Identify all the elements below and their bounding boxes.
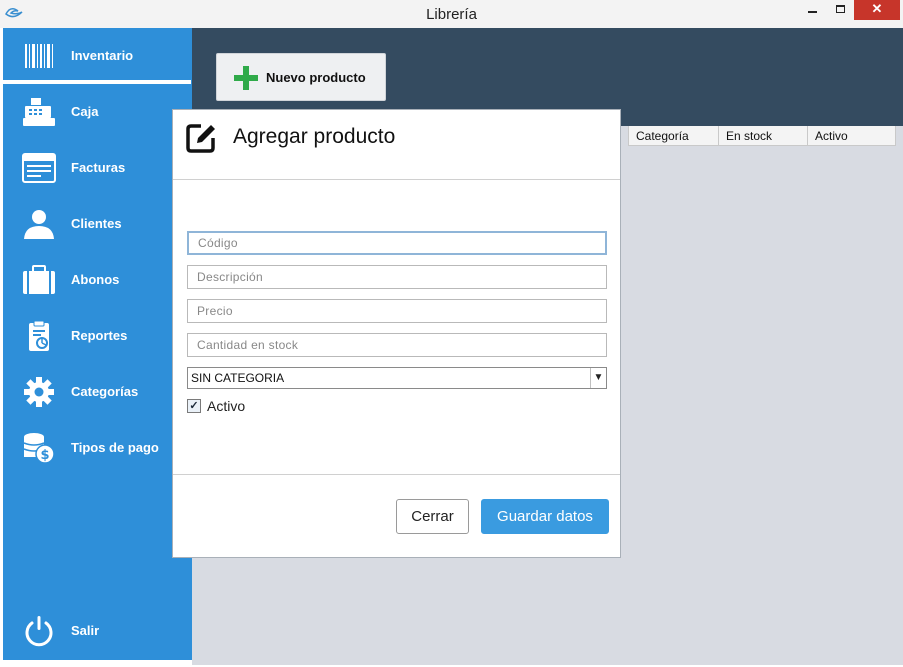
power-icon (25, 616, 53, 647)
sidebar-item-inventario[interactable]: Inventario (3, 28, 192, 84)
window-title: Librería (426, 6, 477, 23)
coins-dollar-icon: $ (23, 433, 55, 464)
category-select[interactable]: SIN CATEGORIA ▼ (187, 367, 607, 389)
sidebar-item-clientes[interactable]: Clientes (3, 196, 192, 252)
save-button[interactable]: Guardar datos (481, 499, 609, 534)
close-icon: ✕ (871, 1, 883, 16)
divider (173, 179, 620, 180)
svg-text:$: $ (40, 448, 49, 463)
cash-register-icon (23, 98, 55, 126)
user-icon (24, 210, 54, 239)
description-field[interactable] (187, 265, 607, 289)
sidebar-item-label: Clientes (71, 216, 122, 231)
close-window-button[interactable]: ✕ (854, 0, 900, 20)
table-header: Categoría En stock Activo (628, 126, 896, 146)
window-titlebar: Librería ✕ (0, 0, 903, 28)
sidebar-item-facturas[interactable]: Facturas (3, 140, 192, 196)
report-clipboard-icon (29, 320, 49, 351)
minimize-button[interactable] (798, 0, 826, 20)
minimize-icon (807, 11, 817, 13)
active-checkbox-label: Activo (207, 398, 246, 414)
maximize-icon (835, 5, 845, 13)
column-header-activo[interactable]: Activo (807, 126, 896, 146)
sidebar-item-label: Facturas (71, 160, 126, 175)
column-header-categoria[interactable]: Categoría (628, 126, 718, 146)
add-product-dialog: Agregar producto SIN CATEGORIA ▼ ✓ Activ… (172, 109, 621, 558)
new-product-label: Nuevo producto (266, 70, 366, 85)
invoice-icon (22, 153, 56, 183)
price-field[interactable] (187, 299, 607, 323)
sidebar-item-categorias[interactable]: Categorías (3, 364, 192, 420)
sidebar-item-label: Reportes (71, 328, 128, 343)
column-header-en-stock[interactable]: En stock (718, 126, 807, 146)
sidebar-item-reportes[interactable]: Reportes (3, 308, 192, 364)
sidebar-item-label: Inventario (71, 48, 134, 63)
sidebar-item-salir[interactable]: Salir (3, 603, 192, 659)
plus-icon (234, 66, 258, 90)
gear-icon (24, 377, 54, 407)
edit-icon (186, 124, 215, 153)
briefcase-icon (23, 265, 55, 294)
divider (173, 474, 620, 475)
sidebar: Inventario Caja Facturas Clientes Abonos… (3, 28, 192, 660)
close-button[interactable]: Cerrar (396, 499, 469, 534)
dropdown-arrow-icon: ▼ (590, 368, 606, 388)
sidebar-item-abonos[interactable]: Abonos (3, 252, 192, 308)
sidebar-item-label: Tipos de pago (71, 440, 159, 455)
maximize-button[interactable] (826, 0, 854, 20)
category-select-value: SIN CATEGORIA (191, 371, 285, 385)
sidebar-item-label: Caja (71, 104, 99, 119)
code-field[interactable] (187, 231, 607, 255)
new-product-button[interactable]: Nuevo producto (216, 53, 386, 101)
sidebar-item-tipos-de-pago[interactable]: $ Tipos de pago (3, 420, 192, 476)
sidebar-item-label: Abonos (71, 272, 120, 287)
active-checkbox[interactable]: ✓ (187, 399, 201, 413)
barcode-icon (25, 44, 53, 68)
sidebar-item-label: Salir (71, 623, 100, 638)
stock-quantity-field[interactable] (187, 333, 607, 357)
dialog-title: Agregar producto (233, 125, 396, 148)
sidebar-item-label: Categorías (71, 384, 139, 399)
sidebar-item-caja[interactable]: Caja (3, 84, 192, 140)
